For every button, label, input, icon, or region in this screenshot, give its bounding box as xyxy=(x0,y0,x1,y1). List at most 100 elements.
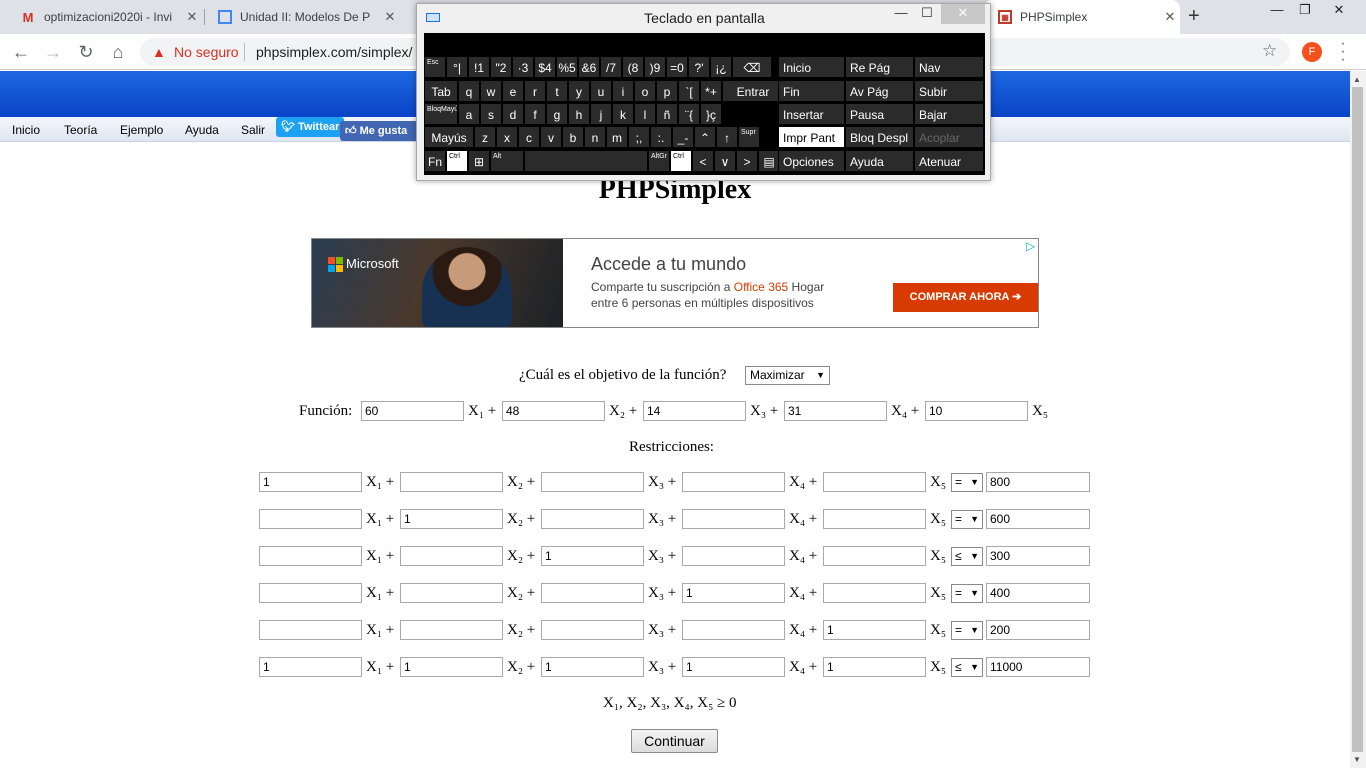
osk-key[interactable]: *+ xyxy=(700,80,722,102)
close-tab-icon[interactable]: ✕ xyxy=(182,9,202,25)
scroll-down-icon[interactable]: ▼ xyxy=(1353,755,1361,764)
constraint-3-rhs[interactable]: 300 xyxy=(986,546,1090,566)
osk-key[interactable]: h xyxy=(568,103,590,125)
adchoices-icon[interactable]: ▷ xyxy=(1022,239,1038,254)
osk-key[interactable]: ⌫ xyxy=(732,56,772,78)
constraint-6-coef-x2[interactable]: 1 xyxy=(400,657,503,677)
osk-key[interactable]: f xyxy=(524,103,546,125)
avatar[interactable]: F xyxy=(1302,42,1322,62)
osk-key[interactable]: Tab xyxy=(424,80,458,102)
constraint-4-coef-x1[interactable] xyxy=(259,583,362,603)
objective-select[interactable]: Maximizar ▼ xyxy=(745,366,830,385)
osk-key[interactable]: Ctrl xyxy=(670,150,692,172)
osk-key[interactable]: l xyxy=(634,103,656,125)
osk-nav-key[interactable]: Bajar xyxy=(914,103,984,125)
forward-icon[interactable]: → xyxy=(42,42,64,62)
osk-nav-key[interactable]: Inicio xyxy=(778,56,845,78)
osk-key[interactable]: Alt xyxy=(490,150,524,172)
constraint-6-coef-x4[interactable]: 1 xyxy=(682,657,785,677)
tab-gmail[interactable]: M optimizacioni2020i - Invi ✕ xyxy=(6,0,202,34)
osk-key[interactable]: ⊞ xyxy=(468,150,490,172)
osk-nav-key[interactable]: Acoplar xyxy=(914,126,984,148)
osk-key[interactable]: q xyxy=(458,80,480,102)
advertisement[interactable]: Microsoft Accede a tu mundo Comparte tu … xyxy=(311,238,1039,328)
constraint-3-coef-x3[interactable]: 1 xyxy=(541,546,644,566)
constraint-6-coef-x1[interactable]: 1 xyxy=(259,657,362,677)
osk-key[interactable]: z xyxy=(474,126,496,148)
osk-key[interactable]: Entrar xyxy=(722,80,784,102)
constraint-3-coef-x2[interactable] xyxy=(400,546,503,566)
osk-key[interactable]: > xyxy=(736,150,758,172)
osk-nav-key[interactable]: Nav xyxy=(914,56,984,78)
reload-icon[interactable]: ↻ xyxy=(75,42,97,62)
scroll-up-icon[interactable]: ▲ xyxy=(1353,75,1361,84)
constraint-4-rhs[interactable]: 400 xyxy=(986,583,1090,603)
restore-icon[interactable]: ❐ xyxy=(1290,0,1320,22)
osk-nav-key[interactable]: Av Pág xyxy=(845,80,914,102)
osk-key[interactable]: Fn xyxy=(424,150,446,172)
osk-key[interactable]: $4 xyxy=(534,56,556,78)
osk-key[interactable]: x xyxy=(496,126,518,148)
osk-key[interactable]: &6 xyxy=(578,56,600,78)
osk-nav-key[interactable]: Opciones xyxy=(778,150,845,172)
osk-nav-key[interactable]: Atenuar xyxy=(914,150,984,172)
continue-button[interactable]: Continuar xyxy=(631,729,718,753)
osk-key[interactable]: n xyxy=(584,126,606,148)
osk-nav-key[interactable]: Impr Pant xyxy=(778,126,845,148)
osk-key[interactable]: b xyxy=(562,126,584,148)
constraint-5-coef-x5[interactable]: 1 xyxy=(823,620,926,640)
osk-key[interactable]: m xyxy=(606,126,628,148)
osk-key[interactable]: < xyxy=(692,150,714,172)
constraint-4-coef-x3[interactable] xyxy=(541,583,644,603)
osk-key[interactable]: !1 xyxy=(468,56,490,78)
osk-key[interactable]: j xyxy=(590,103,612,125)
tab-docs[interactable]: Unidad II: Modelos De P ✕ xyxy=(204,0,400,34)
constraint-5-rhs[interactable]: 200 xyxy=(986,620,1090,640)
osk-key[interactable]: k xyxy=(612,103,634,125)
osk-key[interactable]: BloqMayú xyxy=(424,103,458,125)
osk-key[interactable]: c xyxy=(518,126,540,148)
constraint-2-coef-x5[interactable] xyxy=(823,509,926,529)
osk-key[interactable]: Supr xyxy=(738,126,760,148)
constraint-6-rhs[interactable]: 11000 xyxy=(986,657,1090,677)
constraint-1-coef-x3[interactable] xyxy=(541,472,644,492)
osk-key[interactable]: d xyxy=(502,103,524,125)
menu-item-salir[interactable]: Salir xyxy=(241,123,265,137)
osk-key[interactable]: a xyxy=(458,103,480,125)
constraint-2-coef-x4[interactable] xyxy=(682,509,785,529)
bookmark-star-icon[interactable]: ☆ xyxy=(1262,41,1277,61)
osk-nav-key[interactable]: Pausa xyxy=(845,103,914,125)
constraint-2-coef-x1[interactable] xyxy=(259,509,362,529)
osk-key[interactable]: %5 xyxy=(556,56,578,78)
constraint-1-rhs[interactable]: 800 xyxy=(986,472,1090,492)
osk-nav-key[interactable]: Re Pág xyxy=(845,56,914,78)
osk-key[interactable]: ↑ xyxy=(716,126,738,148)
osk-key[interactable]: :. xyxy=(650,126,672,148)
close-window-icon[interactable]: ✕ xyxy=(1324,0,1354,22)
osk-key[interactable]: ▤ xyxy=(758,150,780,172)
function-coef-x2[interactable]: 48 xyxy=(502,401,605,421)
constraint-2-rhs[interactable]: 600 xyxy=(986,509,1090,529)
osk-key[interactable]: )9 xyxy=(644,56,666,78)
back-icon[interactable]: ← xyxy=(10,42,32,62)
function-coef-x3[interactable]: 14 xyxy=(643,401,746,421)
osk-maximize-icon[interactable]: ☐ xyxy=(913,4,941,24)
constraint-5-coef-x4[interactable] xyxy=(682,620,785,640)
osk-key[interactable] xyxy=(524,150,648,172)
constraint-1-coef-x4[interactable] xyxy=(682,472,785,492)
constraint-2-coef-x2[interactable]: 1 xyxy=(400,509,503,529)
osk-key[interactable]: t xyxy=(546,80,568,102)
constraint-5-coef-x1[interactable] xyxy=(259,620,362,640)
constraint-1-coef-x1[interactable]: 1 xyxy=(259,472,362,492)
osk-key[interactable]: ¨{ xyxy=(678,103,700,125)
constraint-3-coef-x4[interactable] xyxy=(682,546,785,566)
osk-key[interactable]: ?' xyxy=(688,56,710,78)
new-tab-button[interactable]: + xyxy=(1188,5,1200,28)
osk-key[interactable]: /7 xyxy=(600,56,622,78)
ad-cta-button[interactable]: COMPRAR AHORA ➔ xyxy=(893,283,1038,312)
constraint-2-coef-x3[interactable] xyxy=(541,509,644,529)
osk-key[interactable]: °| xyxy=(446,56,468,78)
osk-key[interactable]: _- xyxy=(672,126,694,148)
facebook-like-button[interactable]: 👍︎ Me gusta xyxy=(340,121,418,141)
osk-key[interactable]: (8 xyxy=(622,56,644,78)
